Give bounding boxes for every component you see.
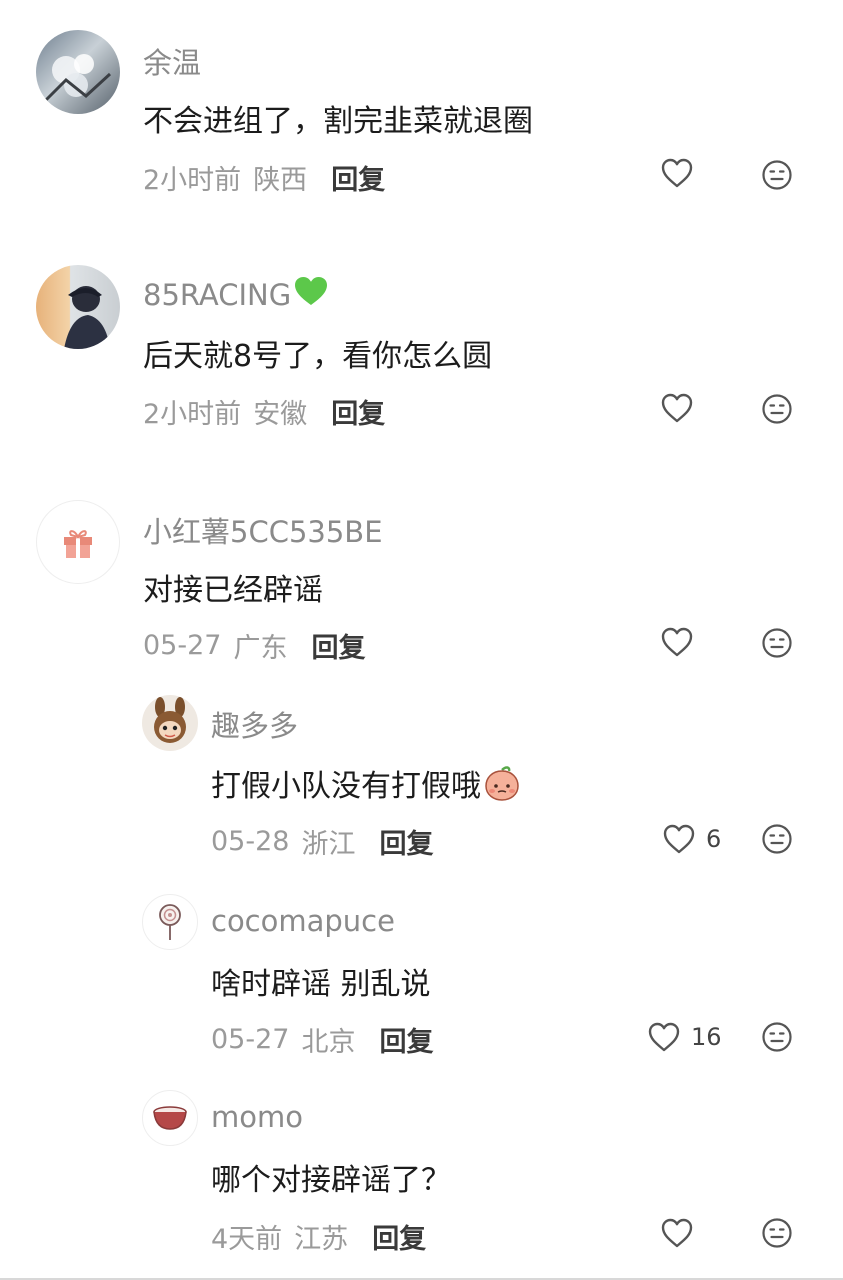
comment-meta: 05-28 浙江 回复 — [211, 822, 433, 861]
timestamp: 05-27 — [143, 630, 222, 661]
heart-outline-icon — [661, 158, 693, 188]
location: 陕西 — [253, 165, 308, 196]
heart-outline-icon — [661, 627, 693, 657]
comment-text: 打假小队没有打假哦 — [211, 761, 521, 805]
comment-text: 啥时辟谣 别乱说 — [211, 967, 431, 1002]
comment-item: 余温 不会进组了，割完韭菜就退圈 2小时前 陕西 回复 — [0, 0, 843, 230]
location: 江苏 — [294, 1224, 349, 1255]
username[interactable]: 小红薯5CC535BE — [143, 509, 383, 551]
reply-button[interactable]: 回复 — [311, 626, 365, 665]
username[interactable]: cocomapuce — [211, 904, 395, 938]
neutral-face-icon — [762, 160, 792, 190]
avatar[interactable] — [142, 1090, 198, 1146]
avatar-image — [44, 54, 112, 102]
comment-text: 对接已经辟谣 — [143, 573, 323, 608]
username-text: 85RACING — [143, 278, 292, 312]
timestamp: 4天前 — [211, 1224, 283, 1255]
neutral-face-icon — [762, 824, 792, 854]
like-button[interactable]: 6 — [662, 823, 721, 855]
comment-text: 不会进组了，割完韭菜就退圈 — [143, 104, 533, 139]
username[interactable]: 85RACING — [143, 275, 329, 312]
avatar-image — [64, 286, 110, 349]
comment-meta: 2小时前 安徽 回复 — [143, 392, 385, 431]
comment-meta: 2小时前 陕西 回复 — [143, 158, 385, 197]
react-button[interactable] — [761, 627, 793, 663]
username[interactable]: 余温 — [143, 40, 201, 82]
timestamp: 2小时前 — [143, 399, 242, 430]
avatar-image — [154, 697, 186, 743]
gift-icon — [64, 530, 92, 558]
timestamp: 2小时前 — [143, 165, 242, 196]
reply-button[interactable]: 回复 — [331, 392, 385, 431]
reply-button[interactable]: 回复 — [379, 1020, 433, 1059]
location: 浙江 — [301, 829, 356, 860]
like-button[interactable] — [660, 392, 694, 424]
like-count: 16 — [691, 1023, 722, 1051]
comment-text: 后天就8号了，看你怎么圆 — [143, 339, 493, 374]
like-count: 6 — [706, 825, 722, 853]
heart-outline-icon — [648, 1022, 680, 1052]
like-button[interactable] — [660, 626, 694, 658]
react-button[interactable] — [761, 1217, 793, 1253]
heart-outline-icon — [663, 824, 695, 854]
avatar[interactable] — [142, 695, 198, 751]
avatar[interactable] — [36, 265, 120, 349]
avatar[interactable] — [142, 894, 198, 950]
reply-item: cocomapuce 啥时辟谣 别乱说 05-27 北京 回复 16 — [0, 890, 843, 1080]
comment-text-body: 打假小队没有打假哦 — [211, 769, 481, 804]
green-heart-icon — [295, 277, 328, 305]
reply-item: 趣多多 打假小队没有打假哦 05-28 浙江 回复 6 — [0, 690, 843, 880]
avatar[interactable] — [36, 30, 120, 114]
react-button[interactable] — [761, 393, 793, 429]
comment-meta: 4天前 江苏 回复 — [211, 1217, 426, 1256]
neutral-face-icon — [762, 394, 792, 424]
timestamp: 05-27 — [211, 1024, 290, 1055]
reply-button[interactable]: 回复 — [372, 1217, 426, 1256]
neutral-face-icon — [762, 1218, 792, 1248]
comment-item: 85RACING 后天就8号了，看你怎么圆 2小时前 安徽 回复 — [0, 240, 843, 460]
neutral-face-icon — [762, 628, 792, 658]
heart-outline-icon — [661, 1218, 693, 1248]
reply-item: momo 哪个对接辟谣了？ 4天前 江苏 回复 — [0, 1086, 843, 1278]
username[interactable]: 趣多多 — [211, 703, 298, 745]
comment-item: 小红薯5CC535BE 对接已经辟谣 05-27 广东 回复 — [0, 480, 843, 680]
avatar[interactable] — [36, 500, 120, 584]
neutral-face-icon — [762, 1022, 792, 1052]
username[interactable]: momo — [211, 1100, 303, 1134]
lollipop-icon — [159, 904, 181, 940]
like-button[interactable]: 16 — [647, 1021, 722, 1053]
comment-text: 哪个对接辟谣了？ — [211, 1163, 451, 1198]
location: 安徽 — [253, 399, 308, 430]
location: 广东 — [233, 633, 288, 664]
heart-outline-icon — [661, 393, 693, 423]
comment-meta: 05-27 北京 回复 — [211, 1020, 433, 1059]
comment-meta: 05-27 广东 回复 — [143, 626, 365, 665]
react-button[interactable] — [761, 159, 793, 195]
peach-face-icon — [485, 766, 519, 801]
like-button[interactable] — [660, 157, 694, 189]
reply-button[interactable]: 回复 — [331, 158, 385, 197]
location: 北京 — [301, 1027, 356, 1058]
like-button[interactable] — [660, 1217, 694, 1249]
timestamp: 05-28 — [211, 826, 290, 857]
react-button[interactable] — [761, 823, 793, 859]
reply-button[interactable]: 回复 — [379, 822, 433, 861]
bowl-icon — [153, 1106, 187, 1130]
react-button[interactable] — [761, 1021, 793, 1057]
